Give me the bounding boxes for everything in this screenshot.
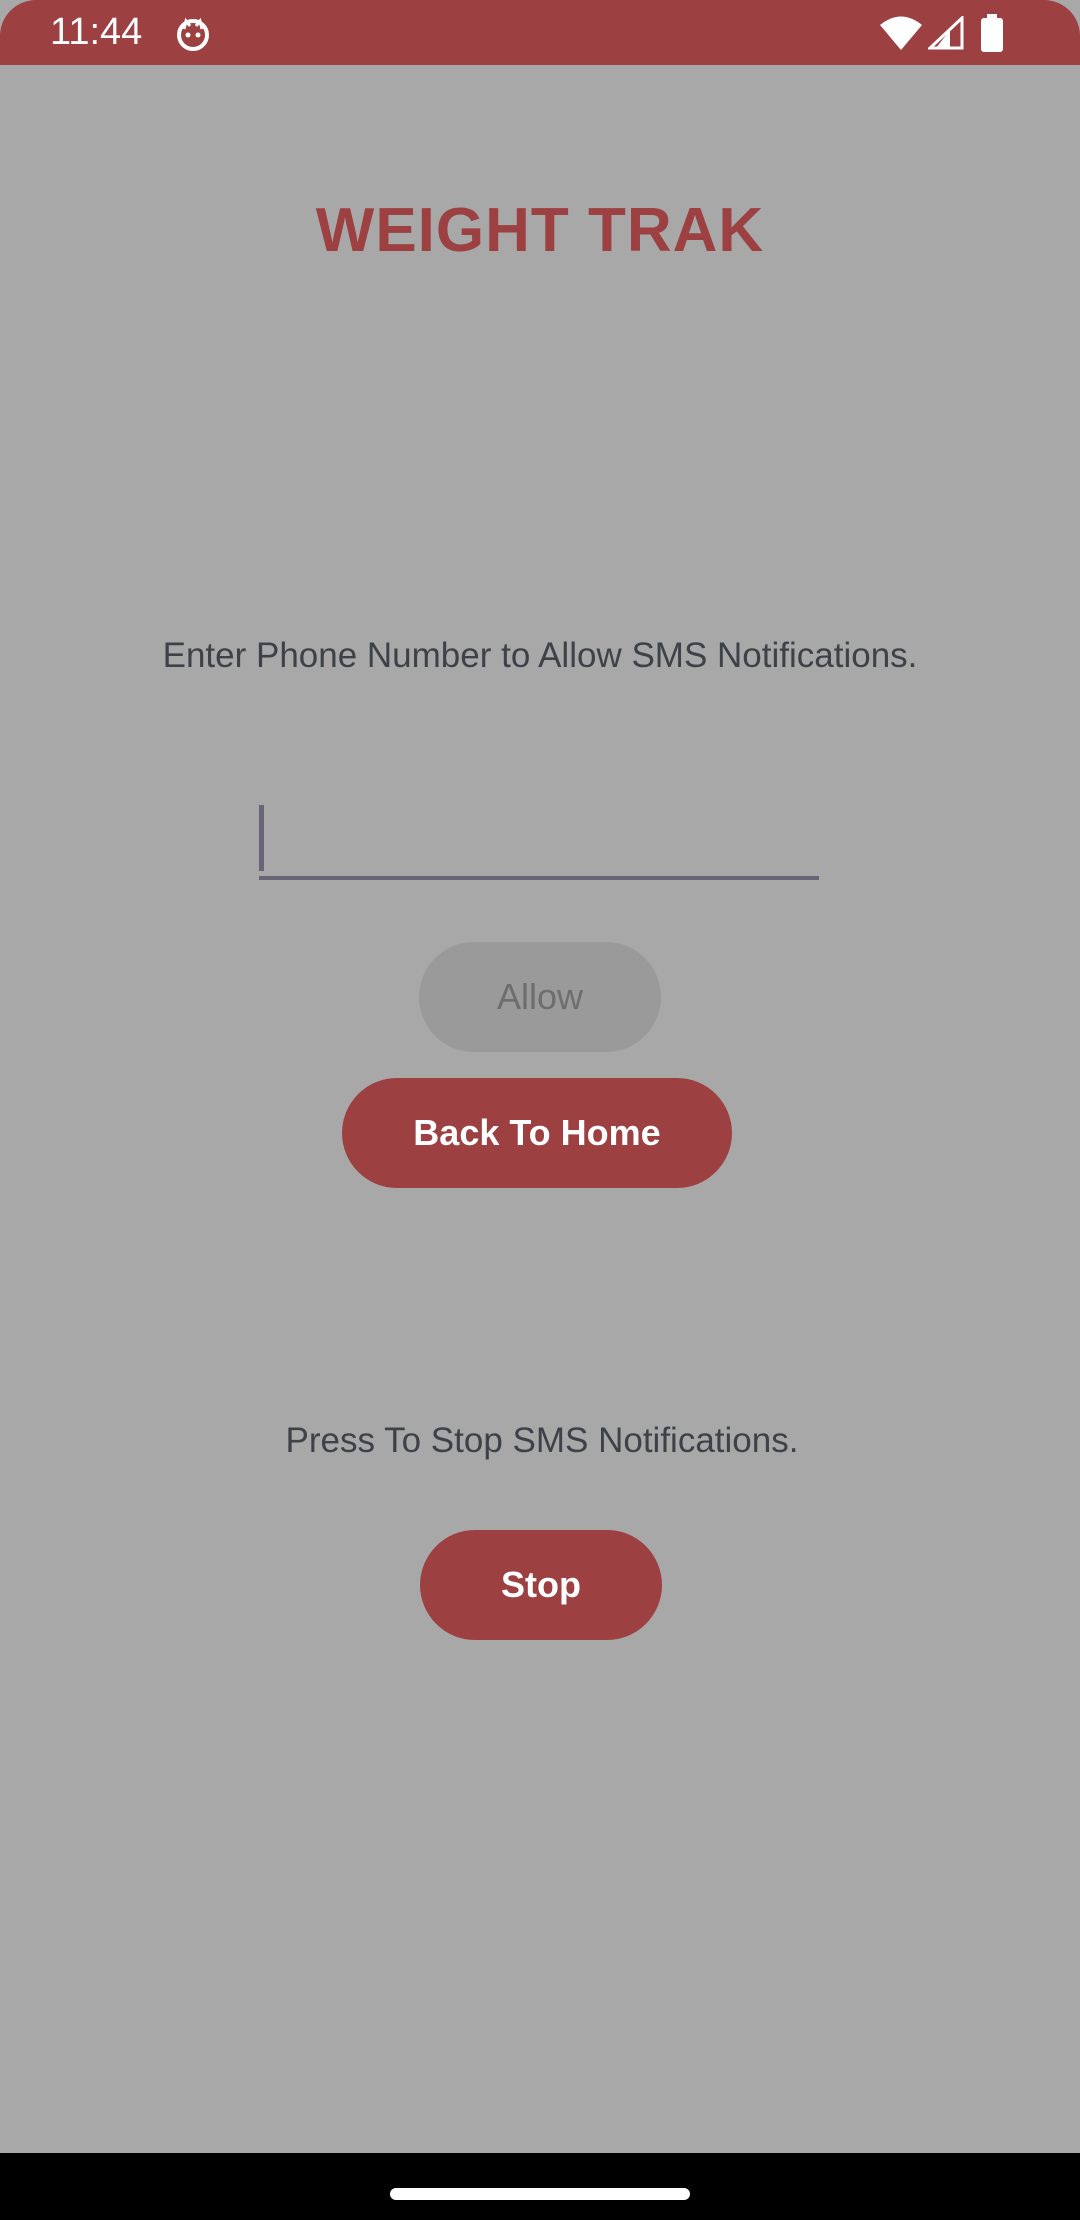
allow-button[interactable]: Allow	[419, 942, 661, 1052]
signal-icon	[928, 16, 964, 50]
wifi-icon	[880, 16, 922, 50]
back-to-home-button[interactable]: Back To Home	[342, 1078, 732, 1188]
navigation-bar	[0, 2153, 1080, 2220]
text-cursor	[259, 805, 264, 871]
home-gesture-handle[interactable]	[390, 2188, 690, 2200]
status-bar: 11:44	[0, 0, 1080, 65]
app-title: WEIGHT TRAK	[315, 196, 765, 265]
status-time: 11:44	[50, 11, 143, 53]
battery-icon	[981, 14, 1003, 52]
phone-number-input[interactable]	[259, 800, 819, 880]
stop-button[interactable]: Stop	[420, 1530, 662, 1640]
stop-prompt-text: Press To Stop SMS Notifications.	[285, 1421, 799, 1460]
phone-prompt-text: Enter Phone Number to Allow SMS Notifica…	[162, 636, 918, 675]
app-notification-icon	[177, 17, 209, 51]
